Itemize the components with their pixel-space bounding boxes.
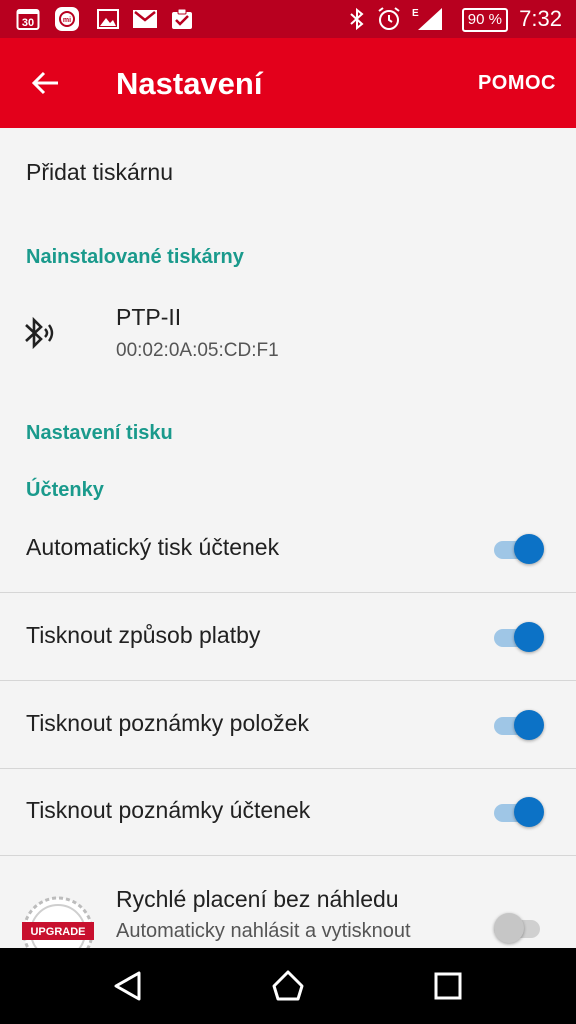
fast-pay-subtitle: Automaticky nahlásit a vytisknout [116,920,411,942]
fast-pay-title: Rychlé placení bez náhledu [116,886,399,912]
upgrade-badge-text: UPGRADE [30,926,85,938]
image-icon [96,7,120,31]
print-item-notes-row[interactable]: Tisknout poznámky položek [0,681,576,769]
navigation-bar [0,948,576,1024]
task-done-icon [170,7,194,31]
print-payment-method-row[interactable]: Tisknout způsob platby [0,593,576,681]
upgrade-badge-icon: UPGRADE [20,894,96,948]
alarm-icon [376,7,402,31]
print-payment-method-switch[interactable] [494,621,544,652]
calendar-day: 30 [22,17,34,29]
auto-print-receipts-row[interactable]: Automatický tisk účtenek [0,505,576,593]
svg-text:mi: mi [63,17,71,24]
printer-name: PTP-II [116,304,182,330]
app-bar: Nastavení POMOC [0,38,576,128]
add-printer-label: Přidat tiskárnu [26,159,174,185]
status-bar: 30 mi E 90 % 7:32 [0,0,576,38]
print-receipt-notes-switch[interactable] [494,796,544,827]
print-payment-method-label: Tisknout způsob platby [26,622,261,648]
settings-list: Přidat tiskárnu Nainstalované tiskárny P… [0,128,576,948]
calendar-icon: 30 [16,7,40,31]
gmail-icon [132,7,158,31]
battery-indicator: 90 % [461,8,508,32]
switch-thumb [514,534,544,564]
home-icon[interactable] [271,969,305,1003]
svg-text:E: E [412,8,419,19]
printer-item[interactable]: PTP-II 00:02:0A:05:CD:F1 [0,288,576,378]
switch-thumb [494,913,524,943]
add-printer-button[interactable]: Přidat tiskárnu [0,128,576,218]
signal-icon: E [410,7,444,31]
print-settings-header: Nastavení tisku [26,422,173,444]
bluetooth-searching-icon [22,313,56,353]
mi-icon: mi [54,7,80,31]
bluetooth-icon [346,7,368,31]
fast-pay-row[interactable]: UPGRADE Rychlé placení bez náhledu Autom… [0,856,576,948]
installed-printers-header: Nainstalované tiskárny [26,246,244,268]
print-item-notes-label: Tisknout poznámky položek [26,710,309,736]
printer-address: 00:02:0A:05:CD:F1 [116,340,279,361]
switch-thumb [514,622,544,652]
fast-pay-switch[interactable] [494,912,544,943]
print-item-notes-switch[interactable] [494,709,544,740]
print-receipt-notes-row[interactable]: Tisknout poznámky účtenek [0,768,576,856]
status-time: 7:32 [519,6,562,31]
switch-thumb [514,710,544,740]
auto-print-receipts-switch[interactable] [494,533,544,564]
page-title: Nastavení [116,66,263,101]
switch-thumb [514,797,544,827]
auto-print-receipts-label: Automatický tisk účtenek [26,534,280,560]
receipts-subheader: Účtenky [26,479,104,501]
help-button[interactable]: POMOC [478,72,556,95]
recents-icon[interactable] [431,969,465,1003]
back-triangle-icon[interactable] [111,969,145,1003]
print-receipt-notes-label: Tisknout poznámky účtenek [26,797,311,823]
arrow-back-icon[interactable] [26,63,66,103]
